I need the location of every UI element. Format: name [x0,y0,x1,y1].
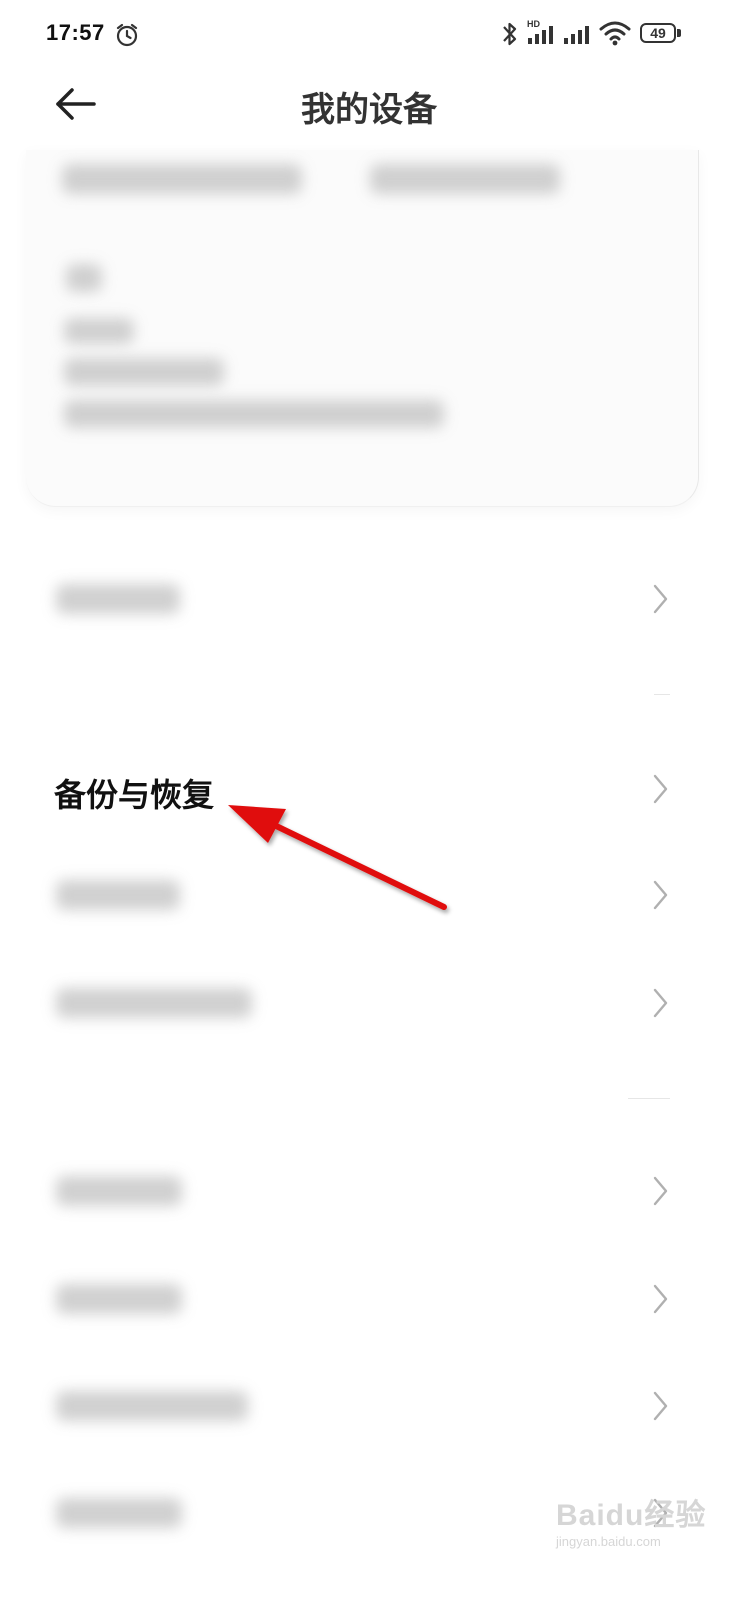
chevron-right-icon [653,1391,668,1421]
blurred-text [64,318,134,344]
signal-icon [564,26,589,44]
divider [654,694,670,695]
settings-row[interactable] [0,1250,738,1350]
settings-row[interactable] [0,1357,738,1457]
settings-row[interactable] [0,1142,738,1242]
settings-row[interactable] [0,954,738,1054]
settings-row[interactable] [0,550,738,650]
blurred-label [56,1498,182,1528]
bluetooth-icon [503,22,517,46]
status-time: 17:57 [46,20,105,45]
chevron-right-icon [653,880,668,910]
svg-text:HD: HD [527,19,540,29]
blurred-label [56,1176,182,1206]
battery-level: 49 [650,25,666,41]
battery-icon: 49 [640,23,682,45]
blurred-text [370,164,560,194]
blurred-label [56,1284,182,1314]
chevron-right-icon [653,584,668,614]
blurred-text [66,264,102,292]
backup-restore-label: 备份与恢复 [54,777,215,813]
blurred-text [64,358,224,386]
blurred-label [56,584,180,614]
blurred-text [64,400,444,428]
divider [628,1098,670,1099]
chevron-right-icon [653,1284,668,1314]
alarm-icon [116,23,138,47]
watermark: Baidu经验 [556,1499,707,1532]
watermark-url: jingyan.baidu.com [556,1534,661,1549]
chevron-right-icon [653,1176,668,1206]
annotation-arrow-icon [228,805,447,910]
blurred-label [56,1391,248,1421]
blurred-text [62,164,302,194]
page-title: 我的设备 [301,91,437,129]
chevron-right-icon [653,988,668,1018]
signal-hd-icon: HD [527,19,553,44]
blurred-label [56,880,180,910]
blurred-label [56,988,252,1018]
wifi-icon [599,21,631,46]
chevron-right-icon [653,774,668,804]
device-info-card [26,150,699,507]
